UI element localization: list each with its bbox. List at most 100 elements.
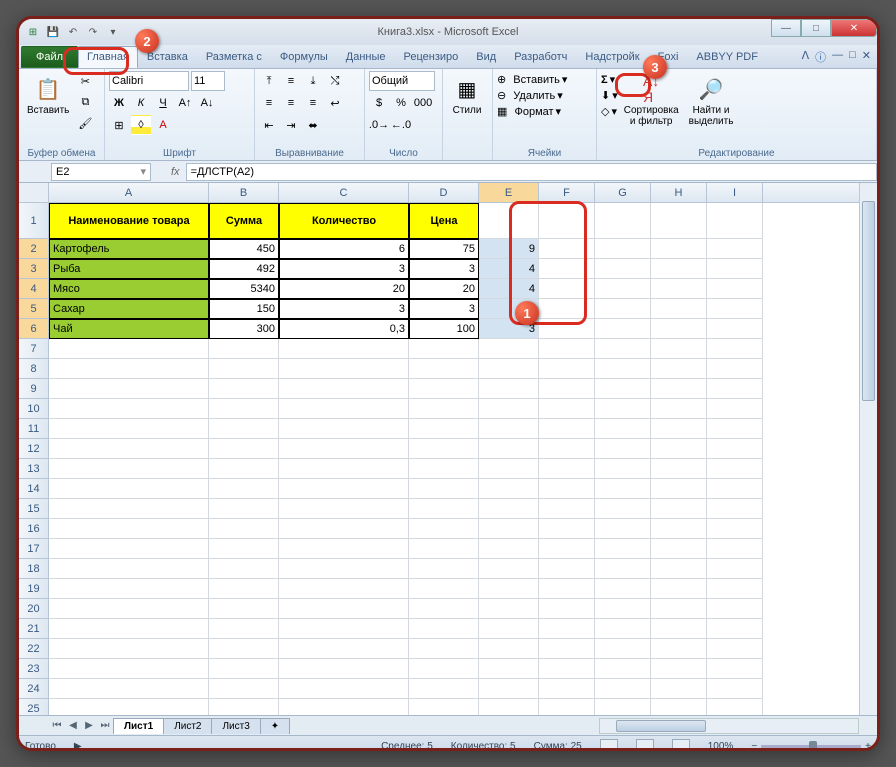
cell-E17[interactable] (479, 539, 539, 559)
fill-button[interactable]: ⬇ ▾ (601, 89, 618, 102)
cell-H18[interactable] (651, 559, 707, 579)
formula-input[interactable]: =ДЛСТР(A2) (186, 163, 877, 181)
cell-A22[interactable] (49, 639, 209, 659)
tab-file[interactable]: Файл (21, 46, 78, 68)
cell-G15[interactable] (595, 499, 651, 519)
cell-E7[interactable] (479, 339, 539, 359)
col-header-E[interactable]: E (479, 183, 539, 202)
name-box[interactable]: E2▾ (51, 163, 151, 181)
maximize-button[interactable]: □ (801, 19, 831, 37)
cell-F24[interactable] (539, 679, 595, 699)
cell-G12[interactable] (595, 439, 651, 459)
cell-B18[interactable] (209, 559, 279, 579)
tab-formulas[interactable]: Формулы (271, 46, 337, 68)
cell-F8[interactable] (539, 359, 595, 379)
cell-H13[interactable] (651, 459, 707, 479)
cell-D16[interactable] (409, 519, 479, 539)
cell-A24[interactable] (49, 679, 209, 699)
cell-A17[interactable] (49, 539, 209, 559)
cell-E12[interactable] (479, 439, 539, 459)
cell-G10[interactable] (595, 399, 651, 419)
cell-H24[interactable] (651, 679, 707, 699)
cell-A1[interactable]: Наименование товара (49, 203, 209, 239)
doc-min-icon[interactable]: — (832, 49, 843, 65)
cell-F3[interactable] (539, 259, 595, 279)
cell-F25[interactable] (539, 699, 595, 715)
cell-H3[interactable] (651, 259, 707, 279)
cell-G2[interactable] (595, 239, 651, 259)
cell-F17[interactable] (539, 539, 595, 559)
view-layout-icon[interactable] (636, 739, 654, 752)
tab-developer[interactable]: Разработч (505, 46, 576, 68)
col-header-A[interactable]: A (49, 183, 209, 202)
row-header-4[interactable]: 4 (19, 279, 49, 299)
cell-F2[interactable] (539, 239, 595, 259)
cell-D3[interactable]: 3 (409, 259, 479, 279)
number-format-combo[interactable]: Общий (369, 71, 435, 91)
shrink-font-icon[interactable]: A↓ (197, 93, 217, 113)
row-header-17[interactable]: 17 (19, 539, 49, 559)
row-header-13[interactable]: 13 (19, 459, 49, 479)
cell-E19[interactable] (479, 579, 539, 599)
tab-home[interactable]: Главная (78, 46, 138, 68)
cell-E8[interactable] (479, 359, 539, 379)
macro-record-icon[interactable]: ▶ (74, 741, 82, 751)
cell-G7[interactable] (595, 339, 651, 359)
cell-H11[interactable] (651, 419, 707, 439)
cell-C25[interactable] (279, 699, 409, 715)
cell-I24[interactable] (707, 679, 763, 699)
cell-I2[interactable] (707, 239, 763, 259)
cell-H9[interactable] (651, 379, 707, 399)
cell-B8[interactable] (209, 359, 279, 379)
cell-G24[interactable] (595, 679, 651, 699)
cell-I21[interactable] (707, 619, 763, 639)
tab-view[interactable]: Вид (467, 46, 505, 68)
paste-button[interactable]: 📋 Вставить (23, 71, 73, 118)
cell-B6[interactable]: 300 (209, 319, 279, 339)
insert-cells-button[interactable]: ⊕ Вставить ▾ (497, 73, 567, 86)
cell-A6[interactable]: Чай (49, 319, 209, 339)
cell-D15[interactable] (409, 499, 479, 519)
cell-G17[interactable] (595, 539, 651, 559)
percent-icon[interactable]: % (391, 93, 411, 113)
cell-I16[interactable] (707, 519, 763, 539)
cell-G16[interactable] (595, 519, 651, 539)
ribbon-min-icon[interactable]: ᐱ (802, 49, 810, 65)
cell-B19[interactable] (209, 579, 279, 599)
cell-C16[interactable] (279, 519, 409, 539)
align-right-icon[interactable]: ≡ (303, 93, 323, 113)
cell-H4[interactable] (651, 279, 707, 299)
row-header-2[interactable]: 2 (19, 239, 49, 259)
view-pagebreak-icon[interactable] (672, 739, 690, 752)
cell-H10[interactable] (651, 399, 707, 419)
sort-filter-button[interactable]: A↓Я Сортировка и фильтр (620, 71, 683, 129)
cell-F5[interactable] (539, 299, 595, 319)
italic-button[interactable]: К (131, 93, 151, 113)
cell-B21[interactable] (209, 619, 279, 639)
cell-E15[interactable] (479, 499, 539, 519)
cell-F9[interactable] (539, 379, 595, 399)
minimize-button[interactable]: — (771, 19, 801, 37)
cell-A10[interactable] (49, 399, 209, 419)
cell-D13[interactable] (409, 459, 479, 479)
cell-G4[interactable] (595, 279, 651, 299)
cell-D18[interactable] (409, 559, 479, 579)
row-header-21[interactable]: 21 (19, 619, 49, 639)
cell-C3[interactable]: 3 (279, 259, 409, 279)
cell-E13[interactable] (479, 459, 539, 479)
cell-I3[interactable] (707, 259, 763, 279)
cell-E3[interactable]: 4 (479, 259, 539, 279)
cell-I4[interactable] (707, 279, 763, 299)
cell-C18[interactable] (279, 559, 409, 579)
row-header-20[interactable]: 20 (19, 599, 49, 619)
cell-I25[interactable] (707, 699, 763, 715)
cell-E10[interactable] (479, 399, 539, 419)
row-header-8[interactable]: 8 (19, 359, 49, 379)
cell-G18[interactable] (595, 559, 651, 579)
row-header-25[interactable]: 25 (19, 699, 49, 715)
format-painter-icon[interactable]: 🖌 (75, 113, 95, 133)
cell-H12[interactable] (651, 439, 707, 459)
cell-G20[interactable] (595, 599, 651, 619)
help-icon[interactable]: ⓘ (815, 49, 826, 65)
cell-I7[interactable] (707, 339, 763, 359)
